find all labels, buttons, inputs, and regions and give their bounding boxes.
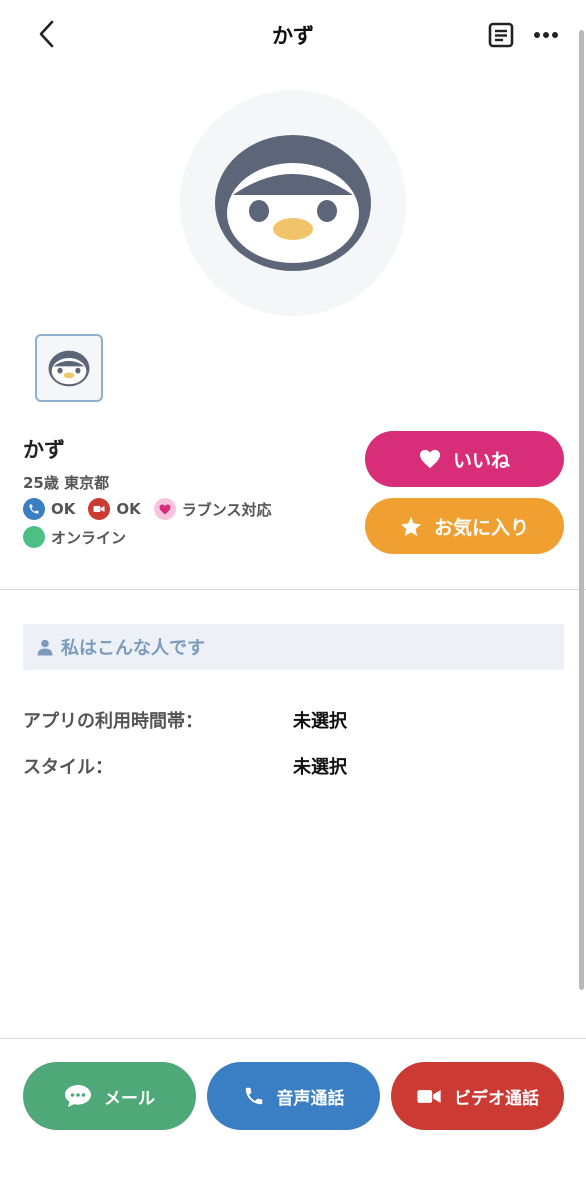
- avatar-thumbnail[interactable]: [35, 334, 103, 402]
- more-options-button[interactable]: [528, 18, 564, 52]
- heart-icon: [153, 498, 176, 520]
- profile-avatar[interactable]: [180, 90, 406, 316]
- online-status: オンライン: [23, 526, 126, 548]
- like-button-label: いいね: [452, 449, 510, 472]
- feature-video-label: OK: [116, 500, 141, 518]
- video-camera-icon: [88, 498, 111, 520]
- about-row-label: スタイル：: [23, 757, 113, 778]
- mail-button-label: メール: [104, 1088, 155, 1109]
- memo-icon: [488, 22, 514, 48]
- video-call-button[interactable]: ビデオ通話: [391, 1062, 564, 1130]
- about-row-value: 未選択: [293, 711, 347, 732]
- divider: [0, 589, 586, 590]
- person-icon: [37, 639, 53, 655]
- online-dot-icon: [23, 526, 45, 548]
- about-row-value: 未選択: [293, 757, 347, 778]
- phone-icon: [245, 1087, 262, 1105]
- feature-phone-label: OK: [51, 500, 76, 518]
- about-row-label: アプリの利用時間帯：: [23, 711, 203, 732]
- about-section-title: 私はこんな人です: [61, 638, 205, 659]
- profile-name: かず: [23, 438, 65, 462]
- feature-lovense: ラブンス対応: [153, 498, 272, 520]
- profile-age-area: 25歳 東京都: [23, 474, 110, 492]
- voice-call-button-label: 音声通話: [276, 1088, 345, 1109]
- chevron-left-icon: [39, 20, 54, 48]
- feature-lovense-label: ラブンス対応: [181, 500, 272, 519]
- mail-button[interactable]: メール: [23, 1062, 196, 1130]
- phone-icon: [23, 498, 45, 520]
- voice-call-button[interactable]: 音声通話: [207, 1062, 380, 1130]
- like-button[interactable]: いいね: [365, 431, 564, 487]
- header-bar: かず: [0, 0, 586, 70]
- star-icon: [400, 516, 422, 536]
- online-label: オンライン: [51, 528, 127, 547]
- heart-icon: [419, 449, 440, 469]
- about-section-header: 私はこんな人です: [23, 624, 564, 670]
- memo-button[interactable]: [484, 18, 518, 52]
- video-camera-icon: [417, 1089, 441, 1103]
- penguin-thumbnail-icon: [48, 350, 90, 386]
- more-dots-icon: [534, 32, 558, 38]
- feature-phone: OK: [23, 498, 75, 520]
- favorite-button[interactable]: お気に入り: [365, 498, 564, 554]
- favorite-button-label: お気に入り: [433, 516, 529, 539]
- scrollbar[interactable]: [579, 30, 584, 990]
- video-call-button-label: ビデオ通話: [454, 1088, 539, 1109]
- feature-badges: OK OK ラブンス対応: [23, 497, 284, 521]
- penguin-avatar-icon: [215, 135, 371, 271]
- back-button[interactable]: [28, 16, 64, 52]
- chat-bubble-icon: [65, 1085, 91, 1107]
- bottom-bar-divider: [0, 1038, 586, 1039]
- feature-video: OK: [88, 498, 141, 520]
